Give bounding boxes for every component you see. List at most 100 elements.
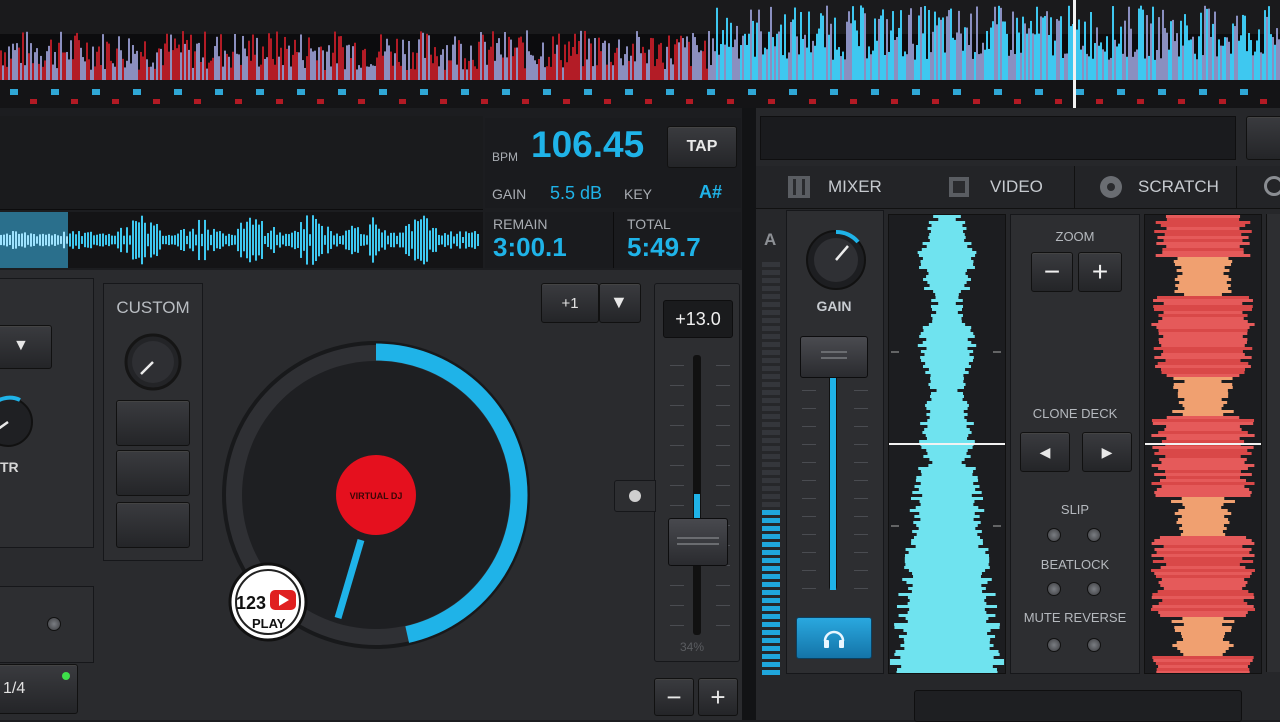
pitch-plus-button[interactable]: + — [698, 678, 738, 716]
vu-segment — [762, 310, 780, 315]
pitch-tick — [716, 505, 730, 506]
vu-meter — [762, 262, 780, 675]
custom-pad-3[interactable] — [116, 502, 190, 548]
watermark-text-bottom: PLAY — [252, 616, 286, 631]
headphone-cue-button[interactable] — [796, 617, 872, 659]
pitch-tick — [670, 625, 684, 626]
chevron-down-icon: ▼ — [13, 337, 29, 354]
pitch-step-dropdown[interactable]: ▼ — [599, 283, 641, 323]
vu-segment — [762, 414, 780, 419]
vertical-waveform-a[interactable] — [888, 214, 1006, 674]
volume-fader-handle[interactable] — [800, 336, 868, 378]
vu-segment — [762, 622, 780, 627]
volume-tick — [802, 552, 816, 553]
vu-segment — [762, 470, 780, 475]
deck-title-area — [0, 116, 483, 210]
gain-knob[interactable] — [800, 224, 872, 296]
vu-segment — [762, 262, 780, 267]
beat-fraction-label: 1/4 — [3, 680, 26, 697]
pitch-value-display[interactable]: +13.0 — [663, 300, 733, 338]
pitch-tick — [670, 465, 684, 466]
vu-segment — [762, 478, 780, 483]
mute-reverse-label: MUTE REVERSE — [1023, 610, 1127, 625]
tab-mixer[interactable]: MIXER — [828, 177, 882, 197]
beat-fraction-button[interactable]: 1/4 — [0, 664, 78, 714]
crossfader-area[interactable] — [914, 690, 1242, 722]
vu-segment — [762, 582, 780, 587]
vu-segment — [762, 358, 780, 363]
vu-segment — [762, 662, 780, 667]
vu-segment — [762, 390, 780, 395]
filter-label: TR — [0, 459, 19, 475]
vu-segment — [762, 342, 780, 347]
vu-segment — [762, 422, 780, 427]
volume-tick — [802, 498, 816, 499]
custom-knob[interactable] — [115, 330, 191, 396]
slip-led-2[interactable] — [1087, 528, 1101, 542]
vu-segment — [762, 294, 780, 299]
vu-segment — [762, 430, 780, 435]
vertical-waveform-b[interactable] — [1144, 214, 1262, 674]
volume-tick — [802, 534, 816, 535]
vu-segment — [762, 598, 780, 603]
vu-segment — [762, 542, 780, 547]
deck-waveform[interactable] — [0, 212, 483, 268]
pitch-tick — [716, 585, 730, 586]
tab-more-icon[interactable] — [1264, 176, 1280, 196]
pitch-tick — [670, 385, 684, 386]
zoom-in-button[interactable]: + — [1078, 252, 1122, 292]
beat-led[interactable] — [47, 617, 61, 631]
custom-pad-1[interactable] — [116, 400, 190, 446]
volume-tick — [854, 462, 868, 463]
overview-waveform[interactable] — [0, 0, 1280, 108]
key-value[interactable]: A# — [699, 182, 722, 203]
slip-led-1[interactable] — [1047, 528, 1061, 542]
remain-label: REMAIN — [493, 216, 548, 232]
remain-value[interactable]: 3:00.1 — [493, 232, 567, 263]
volume-tick — [802, 462, 816, 463]
volume-tick — [802, 444, 816, 445]
tap-button[interactable]: TAP — [667, 126, 737, 168]
loop-dropdown[interactable]: ▼ — [0, 325, 52, 369]
pitch-fader-handle[interactable] — [668, 518, 728, 566]
pitch-minus-button[interactable]: − — [654, 678, 694, 716]
headphone-icon — [823, 630, 845, 648]
vu-segment — [762, 286, 780, 291]
vu-segment — [762, 502, 780, 507]
volume-tick — [802, 570, 816, 571]
beatlock-led-2[interactable] — [1087, 582, 1101, 596]
clone-right-button[interactable]: ▶ — [1082, 432, 1132, 472]
volume-tick — [854, 588, 868, 589]
settings-button[interactable] — [1246, 116, 1280, 160]
vu-segment — [762, 438, 780, 443]
vu-segment — [762, 654, 780, 659]
active-indicator — [62, 672, 70, 680]
gain-readout-label: GAIN — [492, 186, 527, 202]
vu-segment — [762, 382, 780, 387]
pitch-tick — [716, 405, 730, 406]
minus-icon: − — [666, 681, 682, 712]
beatlock-led-1[interactable] — [1047, 582, 1061, 596]
pitch-reset-dot — [629, 490, 641, 502]
vu-segment — [762, 334, 780, 339]
mute-reverse-led-1[interactable] — [1047, 638, 1061, 652]
center-divider — [742, 108, 756, 720]
pitch-step-button[interactable]: +1 — [541, 283, 599, 323]
gain-readout-value: 5.5 dB — [550, 183, 603, 203]
vu-segment — [762, 566, 780, 571]
zoom-out-button[interactable]: − — [1031, 252, 1073, 292]
volume-tick — [854, 390, 868, 391]
bpm-panel: BPM 106.45 TAP GAIN 5.5 dB KEY A# — [485, 118, 741, 208]
mute-reverse-led-2[interactable] — [1087, 638, 1101, 652]
clone-left-button[interactable]: ◀ — [1020, 432, 1070, 472]
filter-knob[interactable] — [0, 390, 44, 460]
volume-tick — [854, 426, 868, 427]
beatlock-label: BEATLOCK — [1040, 557, 1110, 572]
vu-segment — [762, 350, 780, 355]
tab-scratch[interactable]: SCRATCH — [1138, 177, 1219, 197]
tab-video[interactable]: VIDEO — [990, 177, 1043, 197]
custom-pad-2[interactable] — [116, 450, 190, 496]
search-bar[interactable] — [760, 116, 1236, 160]
pitch-reset-tab[interactable] — [614, 480, 656, 512]
pitch-tick — [670, 405, 684, 406]
